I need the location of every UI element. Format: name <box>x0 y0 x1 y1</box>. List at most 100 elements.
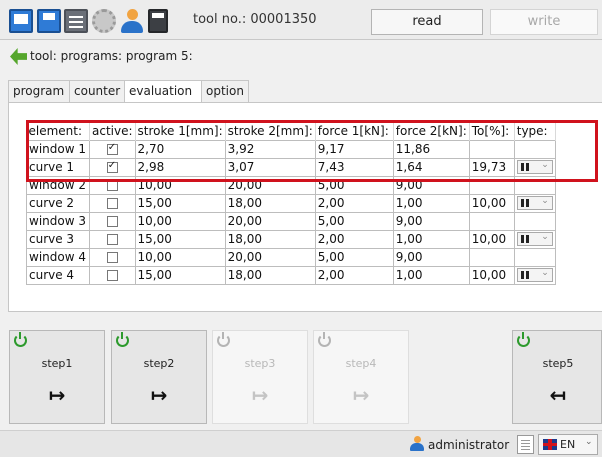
active-checkbox[interactable] <box>106 198 118 209</box>
gear-icon[interactable] <box>92 9 116 33</box>
force1-cell[interactable]: 5,00 <box>314 211 394 231</box>
document-icon[interactable] <box>517 435 534 454</box>
stroke2-cell[interactable]: 18,00 <box>224 193 316 213</box>
power-icon[interactable] <box>116 332 129 347</box>
top-toolbar: tool no.: 00001350 read write <box>0 0 602 40</box>
language-select[interactable]: EN ⌄ <box>538 434 598 455</box>
arrow-right-icon: ↦ <box>150 383 168 407</box>
stroke1-cell[interactable]: 15,00 <box>134 193 226 213</box>
tab-evaluation[interactable]: evaluation <box>124 80 202 103</box>
to-cell[interactable]: 10,00 <box>468 229 515 249</box>
table-row: window 4 10,00 20,00 5,00 9,00 <box>26 247 556 267</box>
power-icon[interactable] <box>14 332 27 347</box>
curve-type-icon <box>520 235 524 244</box>
tab-program[interactable]: program <box>8 80 70 102</box>
uk-flag-icon <box>543 439 557 450</box>
type-cell: ⌄ <box>513 265 556 285</box>
user-icon <box>409 436 424 451</box>
active-checkbox[interactable] <box>106 234 118 245</box>
step-label: step2 <box>143 357 175 370</box>
force2-cell[interactable]: 1,00 <box>392 193 470 213</box>
power-icon[interactable] <box>217 332 230 347</box>
calculator-icon[interactable] <box>148 9 168 33</box>
step-label: step4 <box>345 357 377 370</box>
step5-button[interactable]: step5 ↤ <box>512 330 602 424</box>
element-cell: curve 2 <box>26 193 90 213</box>
type-dropdown[interactable]: ⌄ <box>516 268 553 283</box>
chevron-down-icon: ⌄ <box>541 232 549 243</box>
stroke1-cell[interactable]: 15,00 <box>134 229 226 249</box>
element-cell: window 4 <box>26 247 90 267</box>
tool-number: tool no.: 00001350 <box>193 12 317 27</box>
element-cell: curve 4 <box>26 265 90 285</box>
stroke1-cell[interactable]: 10,00 <box>134 211 226 231</box>
active-cell <box>89 265 136 285</box>
language-label: EN <box>560 438 576 451</box>
user-icon[interactable] <box>119 9 145 33</box>
curve-type-icon <box>520 199 524 208</box>
stroke1-cell[interactable]: 10,00 <box>134 247 226 267</box>
type-dropdown[interactable]: ⌄ <box>516 232 553 247</box>
chevron-down-icon: ⌄ <box>541 196 549 207</box>
active-cell <box>89 229 136 249</box>
save-icon[interactable] <box>37 9 61 33</box>
stroke2-cell[interactable]: 18,00 <box>224 265 316 285</box>
force1-cell[interactable]: 2,00 <box>314 229 394 249</box>
active-checkbox[interactable] <box>106 216 118 227</box>
back-arrow-icon[interactable] <box>10 48 27 65</box>
write-button[interactable]: write <box>490 9 598 35</box>
step3-button[interactable]: step3 ↦ <box>212 330 308 424</box>
force2-cell[interactable]: 9,00 <box>392 211 470 231</box>
type-cell <box>513 211 556 231</box>
to-cell[interactable]: 10,00 <box>468 265 515 285</box>
read-button[interactable]: read <box>371 9 483 35</box>
active-cell <box>89 211 136 231</box>
active-checkbox[interactable] <box>106 270 118 281</box>
power-icon[interactable] <box>318 332 331 347</box>
table-row: curve 3 15,00 18,00 2,00 1,00 10,00 ⌄ <box>26 229 556 249</box>
active-checkbox[interactable] <box>106 252 118 263</box>
stroke1-cell[interactable]: 15,00 <box>134 265 226 285</box>
force2-cell[interactable]: 9,00 <box>392 247 470 267</box>
type-cell: ⌄ <box>513 193 556 213</box>
breadcrumb-text: tool: programs: program 5: <box>30 49 193 63</box>
to-cell[interactable]: 10,00 <box>468 193 515 213</box>
stroke2-cell[interactable]: 20,00 <box>224 247 316 267</box>
drawer-icon[interactable] <box>64 9 88 33</box>
force1-cell[interactable]: 2,00 <box>314 193 394 213</box>
arrow-right-icon: ↦ <box>251 383 269 407</box>
stroke2-cell[interactable]: 18,00 <box>224 229 316 249</box>
stroke2-cell[interactable]: 20,00 <box>224 211 316 231</box>
breadcrumb: tool: programs: program 5: <box>0 43 602 70</box>
curve-type-icon <box>520 271 524 280</box>
power-icon[interactable] <box>517 332 530 347</box>
active-cell <box>89 247 136 267</box>
element-cell: window 3 <box>26 211 90 231</box>
arrow-left-icon: ↤ <box>549 383 567 407</box>
chevron-down-icon: ⌄ <box>541 268 549 279</box>
force1-cell[interactable]: 5,00 <box>314 247 394 267</box>
user-name: administrator <box>428 438 510 452</box>
force2-cell[interactable]: 1,00 <box>392 229 470 249</box>
to-cell[interactable] <box>468 247 515 267</box>
type-dropdown[interactable]: ⌄ <box>516 196 553 211</box>
arrow-right-icon: ↦ <box>48 383 66 407</box>
status-bar: administrator EN ⌄ <box>0 430 602 457</box>
tab-option[interactable]: option <box>201 80 249 102</box>
step-label: step3 <box>244 357 276 370</box>
chevron-down-icon: ⌄ <box>585 437 593 447</box>
step-label: step5 <box>542 357 574 370</box>
to-cell[interactable] <box>468 211 515 231</box>
force2-cell[interactable]: 1,00 <box>392 265 470 285</box>
table-row: window 3 10,00 20,00 5,00 9,00 <box>26 211 556 231</box>
force1-cell[interactable]: 2,00 <box>314 265 394 285</box>
tab-counter[interactable]: counter <box>69 80 125 102</box>
step1-button[interactable]: step1 ↦ <box>9 330 105 424</box>
step-label: step1 <box>41 357 73 370</box>
step4-button[interactable]: step4 ↦ <box>313 330 409 424</box>
monitor-icon[interactable] <box>9 9 33 33</box>
element-cell: curve 3 <box>26 229 90 249</box>
active-cell <box>89 193 136 213</box>
step2-button[interactable]: step2 ↦ <box>111 330 207 424</box>
type-cell: ⌄ <box>513 229 556 249</box>
